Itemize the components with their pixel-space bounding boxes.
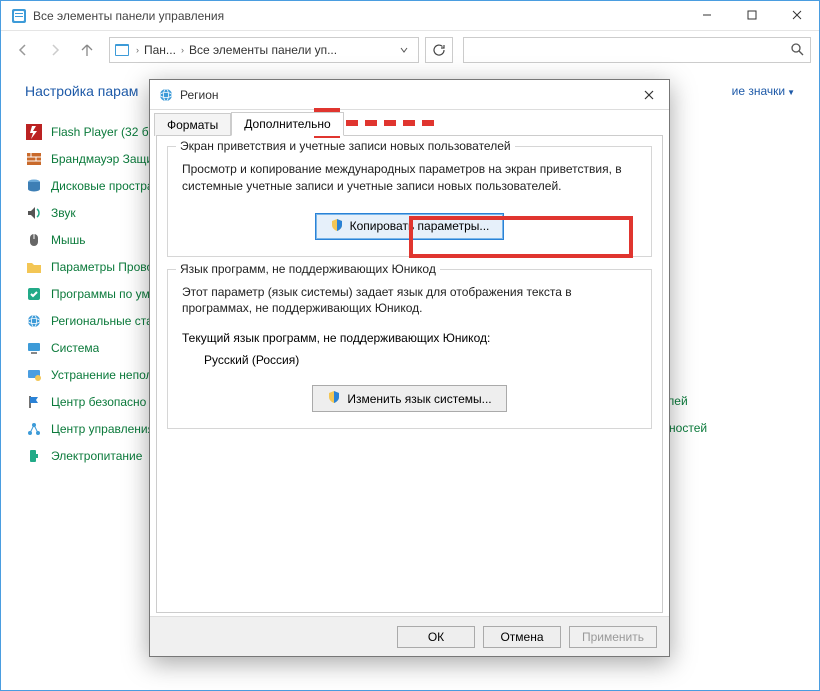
copy-settings-button[interactable]: Копировать параметры... — [315, 213, 505, 240]
dialog-close-button[interactable] — [629, 80, 669, 109]
breadcrumb-segment[interactable]: Все элементы панели уп... — [186, 43, 340, 57]
group-legend: Язык программ, не поддерживающих Юникод — [176, 262, 440, 276]
current-language-label: Текущий язык программ, не поддерживающих… — [182, 331, 637, 345]
group-welcome-screen: Экран приветствия и учетные записи новых… — [167, 146, 652, 257]
current-language-value: Русский (Россия) — [182, 353, 637, 367]
region-dialog: Регион Форматы Дополнительно Экран приве… — [149, 79, 670, 657]
power-icon — [25, 447, 43, 465]
chevron-down-icon: ▼ — [787, 88, 795, 97]
cancel-button[interactable]: Отмена — [483, 626, 561, 648]
tab-strip: Форматы Дополнительно — [150, 110, 669, 136]
page-title: Настройка парам — [25, 83, 138, 99]
group-description: Этот параметр (язык системы) задает язык… — [182, 284, 637, 318]
window-controls — [684, 1, 819, 31]
dialog-titlebar[interactable]: Регион — [150, 80, 669, 110]
window-title: Все элементы панели управления — [33, 9, 684, 23]
main-titlebar: Все элементы панели управления — [1, 1, 819, 31]
close-button[interactable] — [774, 1, 819, 30]
shield-icon — [327, 390, 341, 407]
shield-icon — [330, 218, 344, 235]
search-box[interactable] — [463, 37, 811, 63]
tab-body: Экран приветствия и учетные записи новых… — [156, 135, 663, 613]
search-input[interactable] — [470, 43, 790, 57]
disk-icon — [25, 177, 43, 195]
folder-options-icon — [25, 258, 43, 276]
flash-icon — [25, 123, 43, 141]
ok-button[interactable]: ОК — [397, 626, 475, 648]
troubleshoot-icon — [25, 366, 43, 384]
tab-advanced[interactable]: Дополнительно — [231, 112, 343, 136]
chevron-right-icon: › — [179, 45, 186, 55]
group-non-unicode: Язык программ, не поддерживающих Юникод … — [167, 269, 652, 430]
mouse-icon — [25, 231, 43, 249]
apply-button[interactable]: Применить — [569, 626, 657, 648]
breadcrumb-segment[interactable]: Пан... — [141, 43, 179, 57]
flag-icon — [25, 393, 43, 411]
control-panel-small-icon — [114, 42, 130, 58]
minimize-button[interactable] — [684, 1, 729, 30]
navigation-bar: › Пан... › Все элементы панели уп... — [1, 31, 819, 69]
view-dropdown[interactable]: ие значки▼ — [732, 84, 795, 98]
control-panel-icon — [11, 8, 27, 24]
chevron-down-icon[interactable] — [394, 43, 414, 57]
up-button[interactable] — [73, 36, 101, 64]
group-description: Просмотр и копирование международных пар… — [182, 161, 637, 195]
breadcrumb[interactable]: › Пан... › Все элементы панели уп... — [109, 37, 419, 63]
change-system-locale-button[interactable]: Изменить язык системы... — [312, 385, 506, 412]
system-icon — [25, 339, 43, 357]
maximize-button[interactable] — [729, 1, 774, 30]
back-button[interactable] — [9, 36, 37, 64]
search-icon[interactable] — [790, 42, 804, 59]
programs-icon — [25, 285, 43, 303]
globe-icon — [25, 312, 43, 330]
refresh-button[interactable] — [425, 37, 453, 63]
button-label: Изменить язык системы... — [347, 392, 491, 406]
forward-button[interactable] — [41, 36, 69, 64]
chevron-right-icon: › — [134, 45, 141, 55]
firewall-icon — [25, 150, 43, 168]
button-label: Копировать параметры... — [350, 219, 490, 233]
tab-formats[interactable]: Форматы — [154, 113, 231, 136]
control-panel-window: Все элементы панели управления › Пан... … — [0, 0, 820, 691]
globe-icon — [158, 87, 174, 103]
network-icon — [25, 420, 43, 438]
dialog-button-row: ОК Отмена Применить — [150, 616, 669, 656]
group-legend: Экран приветствия и учетные записи новых… — [176, 139, 515, 153]
sound-icon — [25, 204, 43, 222]
dialog-title: Регион — [180, 88, 629, 102]
